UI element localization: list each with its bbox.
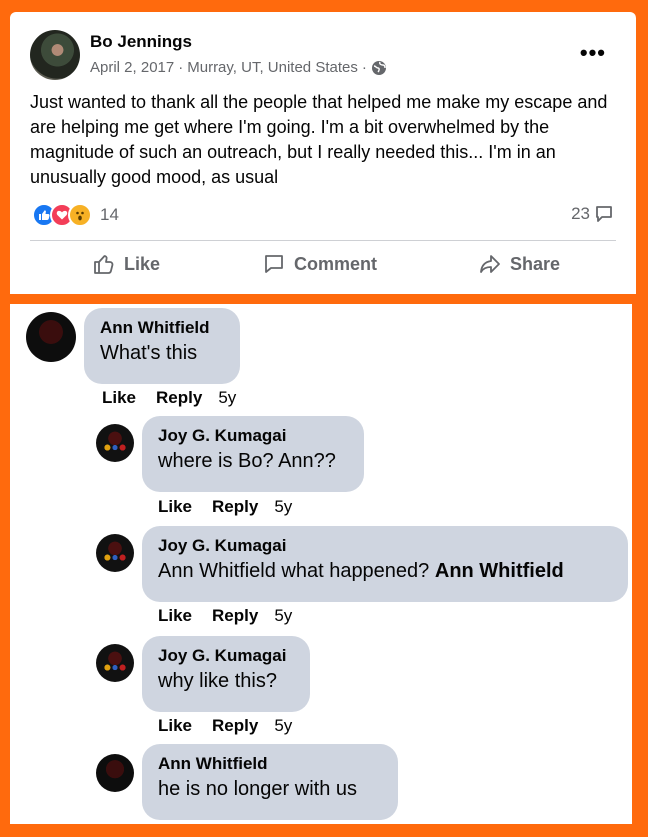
thumbs-up-icon <box>94 255 114 274</box>
comment-author[interactable]: Joy G. Kumagai <box>158 426 348 446</box>
commenter-avatar[interactable] <box>96 754 134 792</box>
comment-count[interactable]: 23 <box>571 204 614 224</box>
comment-author[interactable]: Joy G. Kumagai <box>158 536 612 556</box>
commenter-avatar[interactable] <box>96 644 134 682</box>
like-label: Like <box>124 253 161 274</box>
reaction-count: 14 <box>100 205 119 224</box>
comment-button[interactable]: Comment <box>262 252 377 276</box>
post-card: Bo Jennings April 2, 2017 · Murray, UT, … <box>10 12 636 294</box>
comment-actions: Like Reply 5y <box>158 716 292 736</box>
meta-separator: · <box>361 59 367 76</box>
comments-panel: Ann Whitfield What's this Like Reply 5y … <box>10 304 632 824</box>
comment-bubble: Ann Whitfield What's this <box>84 308 240 384</box>
more-options-icon[interactable]: ••• <box>580 40 606 66</box>
comment-count-value: 23 <box>571 204 590 223</box>
comment-time[interactable]: 5y <box>274 606 292 626</box>
comment-like-button[interactable]: Like <box>102 388 136 408</box>
post-date[interactable]: April 2, 2017 <box>90 59 174 76</box>
commenter-avatar[interactable] <box>96 424 134 462</box>
comment-reply-button[interactable]: Reply <box>212 497 258 517</box>
share-arrow-icon <box>480 255 500 273</box>
like-button[interactable]: Like <box>92 252 160 276</box>
comment-reply-button[interactable]: Reply <box>212 716 258 736</box>
comment-bubble: Joy G. Kumagai Ann Whitfield what happen… <box>142 526 628 602</box>
meta-separator: · <box>178 59 184 76</box>
comment-bubble: Ann Whitfield he is no longer with us <box>142 744 398 820</box>
comment-text: Ann Whitfield what happened? <box>158 560 430 582</box>
wow-reaction-icon <box>68 203 92 227</box>
comment-text: What's this <box>100 342 198 364</box>
post-actions: Like Comment Share <box>10 252 636 282</box>
post-author[interactable]: Bo Jennings <box>90 32 192 52</box>
comment-reply-button[interactable]: Reply <box>156 388 202 408</box>
comment-label: Comment <box>294 253 378 274</box>
comment-mention[interactable]: Ann Whitfield <box>435 560 564 582</box>
comment-actions: Like Reply 5y <box>158 497 292 517</box>
comment-text: why like this? <box>158 670 277 692</box>
comment-like-button[interactable]: Like <box>158 497 192 517</box>
globe-icon[interactable] <box>371 60 387 76</box>
comment-reply-button[interactable]: Reply <box>212 606 258 626</box>
comment-icon <box>265 255 283 273</box>
comment-actions: Like Reply 5y <box>158 606 292 626</box>
comment-time[interactable]: 5y <box>274 716 292 736</box>
divider <box>30 240 616 241</box>
comment-text-line: Ann Whitfield what happened? Ann Whitfie… <box>158 560 612 583</box>
comment-bubble-icon <box>596 206 612 222</box>
post-meta: April 2, 2017 · Murray, UT, United State… <box>90 59 387 76</box>
comment-text: he is no longer with us <box>158 778 358 800</box>
share-button[interactable]: Share <box>478 252 560 276</box>
comment-author[interactable]: Joy G. Kumagai <box>158 646 294 666</box>
post-location[interactable]: Murray, UT, United States <box>187 59 358 76</box>
comment-author[interactable]: Ann Whitfield <box>100 318 224 338</box>
comment-text: where is Bo? Ann?? <box>158 450 336 472</box>
comment-time[interactable]: 5y <box>218 388 236 408</box>
comment-bubble: Joy G. Kumagai why like this? <box>142 636 310 712</box>
comment-time[interactable]: 5y <box>274 497 292 517</box>
post-text: Just wanted to thank all the people that… <box>30 92 608 187</box>
reactions-summary[interactable]: 14 <box>32 203 119 227</box>
comment-bubble: Joy G. Kumagai where is Bo? Ann?? <box>142 416 364 492</box>
comment-author[interactable]: Ann Whitfield <box>158 754 382 774</box>
comment-like-button[interactable]: Like <box>158 716 192 736</box>
share-label: Share <box>510 253 561 274</box>
commenter-avatar[interactable] <box>96 534 134 572</box>
author-avatar[interactable] <box>30 30 80 80</box>
commenter-avatar[interactable] <box>26 312 76 362</box>
comment-actions: Like Reply 5y <box>102 388 236 408</box>
comment-like-button[interactable]: Like <box>158 606 192 626</box>
